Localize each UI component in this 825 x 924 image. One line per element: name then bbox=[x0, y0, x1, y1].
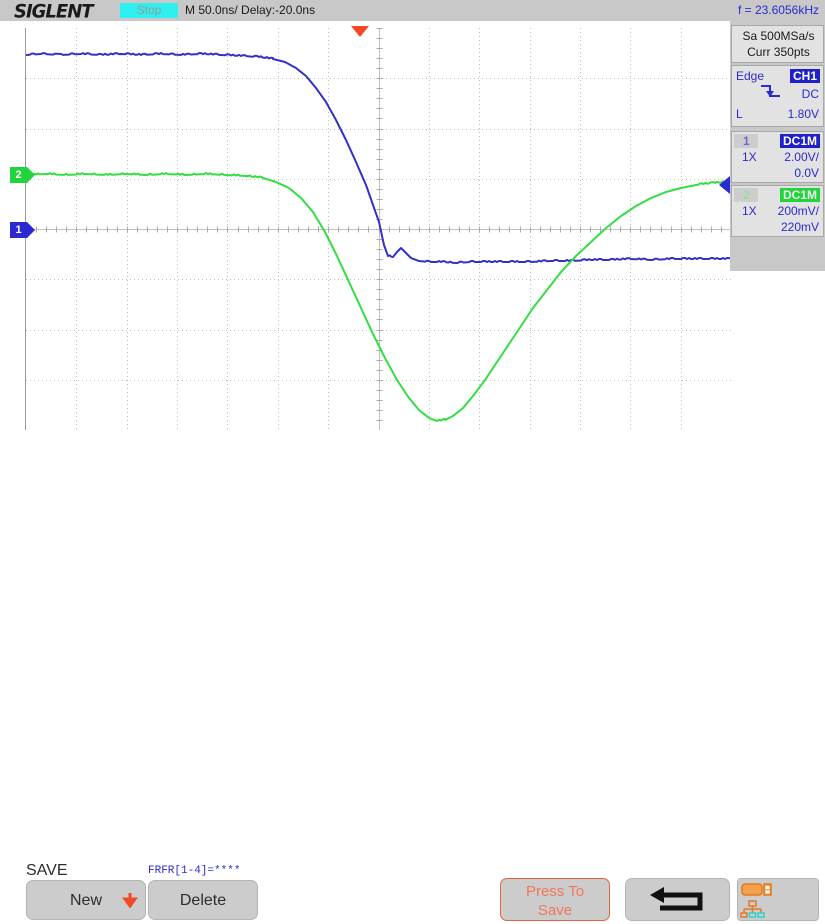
back-button[interactable] bbox=[625, 878, 730, 921]
channel1-number: 1 bbox=[743, 134, 750, 148]
channel1-offset: 0.0V bbox=[794, 166, 819, 180]
bottom-menu-bar: SAVE FRFR[1-4]=**** New Delete Press To … bbox=[0, 430, 825, 921]
back-arrow-icon bbox=[649, 887, 702, 911]
press-to-save-button[interactable]: Press To Save bbox=[500, 878, 610, 921]
siglent-logo: SIGLENT bbox=[14, 0, 94, 23]
channel1-probe: 1X bbox=[742, 150, 757, 164]
channel2-number: 2 bbox=[743, 188, 750, 202]
down-arrow-icon bbox=[122, 893, 138, 908]
oscilloscope-screen: SIGLENT Stop M 50.0ns/ Delay:-20.0ns f =… bbox=[0, 0, 825, 921]
acquisition-panel[interactable]: Sa 500MSa/s Curr 350pts bbox=[731, 25, 824, 63]
trigger-position-icon[interactable] bbox=[351, 26, 369, 37]
timebase-readout: M 50.0ns/ Delay:-20.0ns bbox=[185, 3, 316, 17]
waveform-grid[interactable] bbox=[25, 28, 731, 431]
io-status-button[interactable] bbox=[737, 878, 819, 921]
falling-edge-icon bbox=[761, 85, 780, 97]
delete-button[interactable]: Delete bbox=[148, 880, 258, 920]
top-status-bar: SIGLENT Stop M 50.0ns/ Delay:-20.0ns f =… bbox=[0, 0, 825, 23]
menu-title: SAVE bbox=[26, 862, 68, 879]
trigger-panel[interactable]: Edge CH1 DC L 1.80V bbox=[731, 65, 824, 127]
trigger-type-label: Edge bbox=[736, 69, 765, 83]
frequency-readout: f = 23.6056kHz bbox=[737, 3, 819, 17]
channel2-probe: 1X bbox=[742, 204, 757, 218]
press-to-save-line2: Save bbox=[537, 902, 573, 919]
channel2-offset-marker[interactable]: 2 bbox=[10, 167, 35, 183]
channel1-offset-marker[interactable]: 1 bbox=[10, 222, 35, 238]
channel1-volts-div: 2.00V/ bbox=[784, 150, 819, 164]
trigger-level-icon[interactable] bbox=[719, 176, 730, 194]
channel2-offset: 220mV bbox=[780, 220, 819, 234]
trigger-source-badge[interactable]: CH1 bbox=[789, 69, 820, 83]
trigger-coupling-value: DC bbox=[801, 87, 819, 101]
side-info-panel: Sa 500MSa/s Curr 350pts Edge CH1 DC L 1.… bbox=[730, 21, 825, 271]
channel2-coupling-badge[interactable]: DC1M bbox=[779, 188, 820, 202]
waveform-traces bbox=[26, 52, 731, 422]
memory-depth-value: Curr 350pts bbox=[747, 45, 810, 59]
channel1-panel[interactable]: 1 DC1M 1X 2.00V/ 0.0V bbox=[731, 131, 824, 183]
file-info-label: FRFR[1-4]=**** bbox=[148, 865, 241, 877]
channel2-panel[interactable]: 2 DC1M 1X 200mV/ 220mV bbox=[731, 185, 824, 237]
press-to-save-line1: Press To bbox=[525, 883, 585, 900]
trigger-level-value: 1.80V bbox=[787, 107, 819, 121]
channel2-volts-div: 200mV/ bbox=[777, 204, 819, 218]
channel1-coupling-badge[interactable]: DC1M bbox=[779, 134, 820, 148]
trigger-level-label: L bbox=[736, 107, 743, 121]
usb-network-icon bbox=[740, 883, 772, 918]
run-state-badge[interactable]: Stop bbox=[120, 3, 178, 18]
sample-rate-value: Sa 500MSa/s bbox=[742, 29, 815, 43]
